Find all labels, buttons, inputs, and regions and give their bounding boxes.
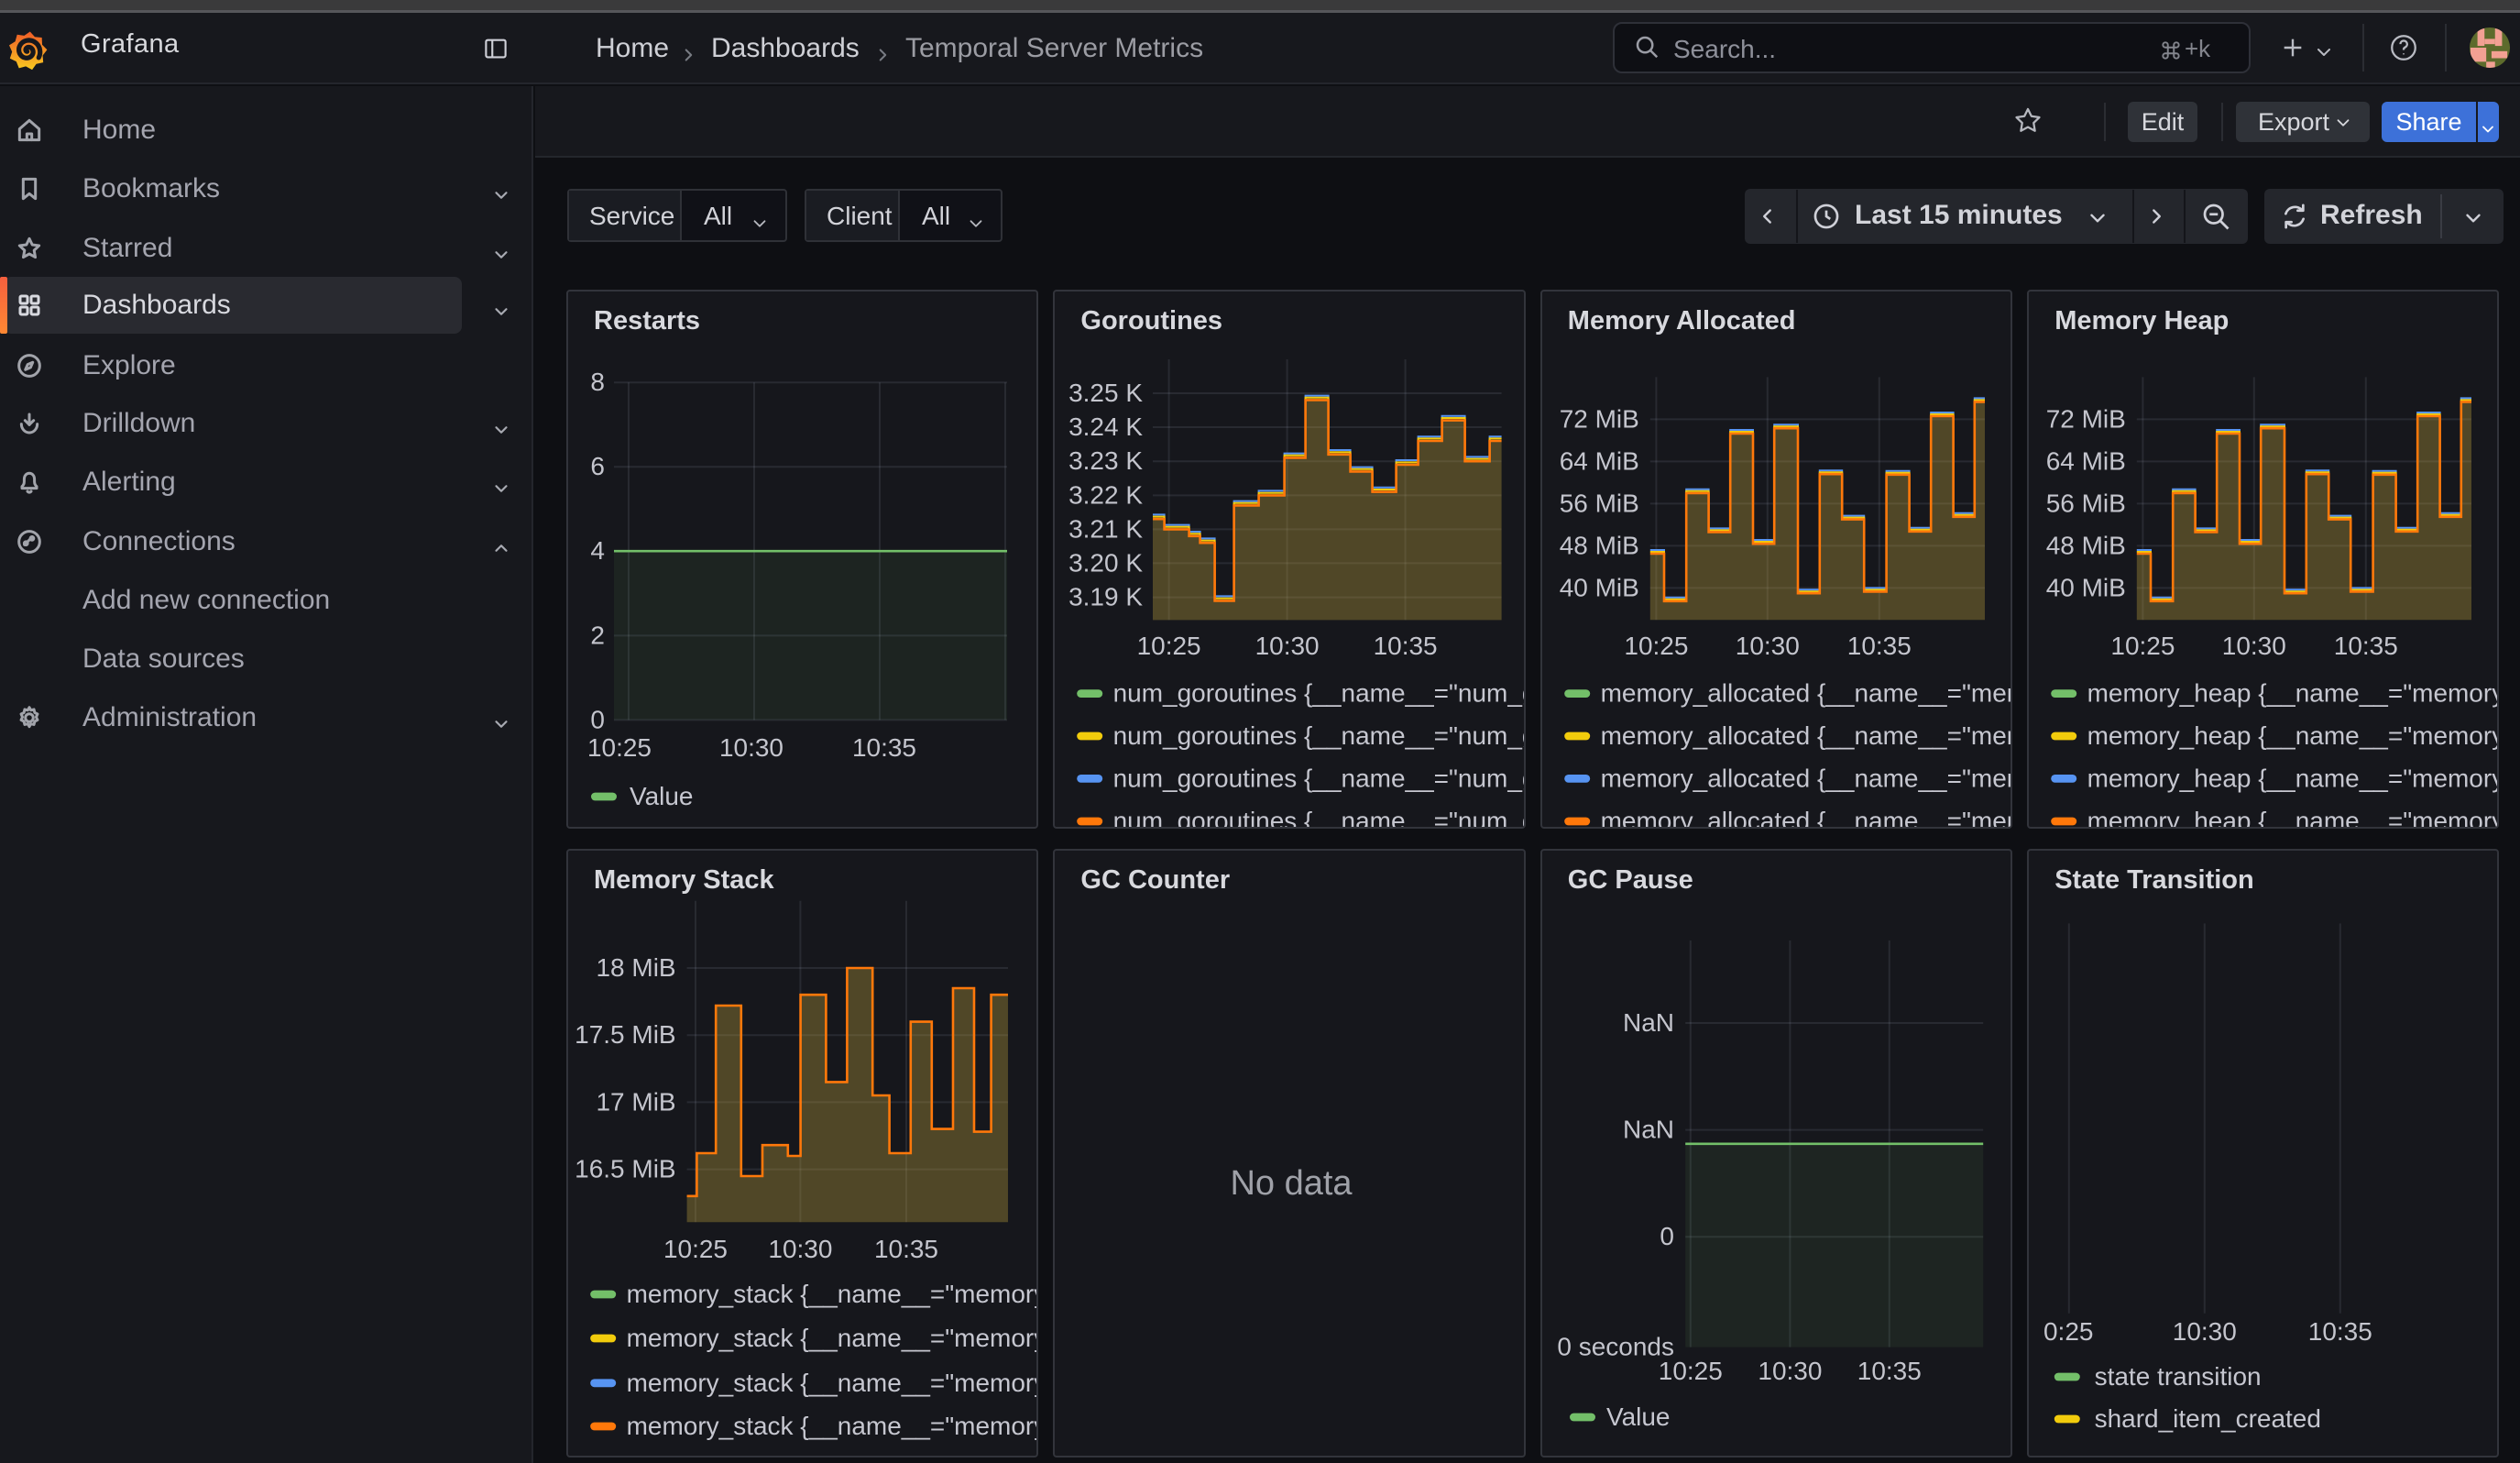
svg-text:10:35: 10:35 xyxy=(852,733,916,762)
svg-text:memory_heap {__name__="memory_: memory_heap {__name__="memory_h xyxy=(2087,721,2500,750)
svg-text:10:35: 10:35 xyxy=(1857,1357,1922,1385)
svg-text:10:25: 10:25 xyxy=(1659,1357,1723,1385)
svg-text:10:25: 10:25 xyxy=(1137,632,1201,660)
svg-text:10:30: 10:30 xyxy=(2222,632,2286,660)
svg-text:10:30: 10:30 xyxy=(2173,1317,2237,1346)
svg-text:64 MiB: 64 MiB xyxy=(1559,446,1638,475)
svg-text:72 MiB: 72 MiB xyxy=(2046,404,2126,433)
svg-text:num_goroutines {__name__="num_: num_goroutines {__name__="num_go xyxy=(1113,721,1526,750)
svg-text:16.5 MiB: 16.5 MiB xyxy=(575,1155,675,1183)
svg-text:memory_allocated {__name__="me: memory_allocated {__name__="memo xyxy=(1600,807,2012,829)
svg-text:NaN: NaN xyxy=(1623,1116,1674,1144)
svg-text:num_goroutines {__name__="num_: num_goroutines {__name__="num_go xyxy=(1113,764,1526,792)
svg-text:0: 0 xyxy=(1660,1222,1674,1250)
svg-text:memory_allocated {__name__="me: memory_allocated {__name__="memo xyxy=(1600,764,2012,792)
svg-text:Value: Value xyxy=(1606,1402,1671,1431)
svg-text:48 MiB: 48 MiB xyxy=(1559,531,1638,559)
svg-text:0:25: 0:25 xyxy=(2043,1317,2093,1346)
svg-text:18 MiB: 18 MiB xyxy=(596,953,675,982)
svg-text:memory_stack {__name__="memory: memory_stack {__name__="memory_s xyxy=(627,1369,1039,1397)
svg-text:num_goroutines {__name__="num_: num_goroutines {__name__="num_go xyxy=(1113,679,1526,708)
svg-text:10:30: 10:30 xyxy=(1758,1357,1822,1385)
svg-text:17.5 MiB: 17.5 MiB xyxy=(575,1020,675,1049)
svg-text:56 MiB: 56 MiB xyxy=(1559,489,1638,517)
svg-text:10:35: 10:35 xyxy=(1374,632,1438,660)
svg-text:8: 8 xyxy=(590,368,605,396)
svg-text:3.24 K: 3.24 K xyxy=(1068,412,1143,441)
svg-text:40 MiB: 40 MiB xyxy=(1559,573,1638,601)
svg-text:shard_item_created: shard_item_created xyxy=(2095,1404,2321,1433)
svg-text:state transition: state transition xyxy=(2095,1362,2262,1391)
svg-text:memory_heap {__name__="memory_: memory_heap {__name__="memory_h xyxy=(2087,764,2500,792)
svg-text:10:30: 10:30 xyxy=(768,1235,832,1263)
svg-text:3.25 K: 3.25 K xyxy=(1068,379,1143,407)
svg-text:Value: Value xyxy=(630,782,694,810)
svg-text:NaN: NaN xyxy=(1623,1008,1674,1037)
svg-text:48 MiB: 48 MiB xyxy=(2046,531,2126,559)
svg-text:10:25: 10:25 xyxy=(587,733,652,762)
svg-text:memory_heap {__name__="memory_: memory_heap {__name__="memory_h xyxy=(2087,807,2500,829)
svg-text:3.22 K: 3.22 K xyxy=(1068,480,1143,509)
svg-text:memory_stack {__name__="memory: memory_stack {__name__="memory_s xyxy=(627,1280,1039,1308)
svg-text:10:25: 10:25 xyxy=(1624,632,1688,660)
svg-text:64 MiB: 64 MiB xyxy=(2046,446,2126,475)
svg-text:10:35: 10:35 xyxy=(1847,632,1912,660)
svg-text:memory_stack {__name__="memory: memory_stack {__name__="memory_s xyxy=(627,1412,1039,1440)
svg-text:17 MiB: 17 MiB xyxy=(596,1087,675,1116)
svg-text:10:30: 10:30 xyxy=(1736,632,1800,660)
svg-text:memory_allocated {__name__="me: memory_allocated {__name__="memo xyxy=(1600,679,2012,708)
svg-text:3.20 K: 3.20 K xyxy=(1068,549,1143,578)
svg-text:10:30: 10:30 xyxy=(1255,632,1320,660)
svg-text:memory_heap {__name__="memory_: memory_heap {__name__="memory_h xyxy=(2087,679,2500,708)
svg-text:10:35: 10:35 xyxy=(2334,632,2398,660)
svg-text:10:35: 10:35 xyxy=(2308,1317,2372,1346)
svg-text:40 MiB: 40 MiB xyxy=(2046,573,2126,601)
svg-text:56 MiB: 56 MiB xyxy=(2046,489,2126,517)
svg-text:10:25: 10:25 xyxy=(663,1235,728,1263)
svg-text:72 MiB: 72 MiB xyxy=(1559,404,1638,433)
svg-text:0 seconds: 0 seconds xyxy=(1557,1333,1674,1361)
svg-text:memory_allocated {__name__="me: memory_allocated {__name__="memo xyxy=(1600,721,2012,750)
svg-text:num_goroutines {__name__="num_: num_goroutines {__name__="num_go xyxy=(1113,807,1526,829)
svg-text:10:25: 10:25 xyxy=(2111,632,2175,660)
svg-text:10:30: 10:30 xyxy=(719,733,783,762)
svg-text:2: 2 xyxy=(590,621,605,649)
svg-text:3.23 K: 3.23 K xyxy=(1068,446,1143,475)
svg-text:3.19 K: 3.19 K xyxy=(1068,583,1143,611)
svg-text:memory_stack {__name__="memory: memory_stack {__name__="memory_s xyxy=(627,1324,1039,1352)
svg-text:6: 6 xyxy=(590,452,605,480)
svg-text:0: 0 xyxy=(590,705,605,733)
svg-text:10:35: 10:35 xyxy=(874,1235,938,1263)
svg-text:4: 4 xyxy=(590,536,605,565)
svg-text:3.21 K: 3.21 K xyxy=(1068,514,1143,543)
